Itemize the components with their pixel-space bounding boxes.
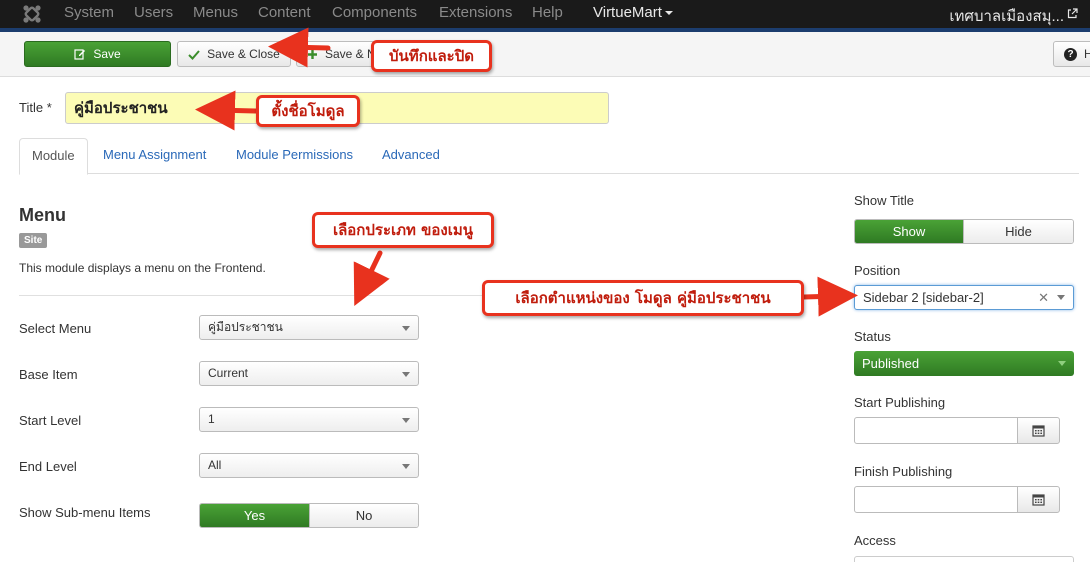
start-publishing-calendar-button[interactable] [1017,417,1060,444]
menu-menus[interactable]: Menus [193,4,238,21]
calendar-icon [1032,425,1045,437]
help-icon: ? [1064,47,1077,61]
annotation-save-close: บันทึกและปิด [371,40,492,72]
show-title-show[interactable]: Show [855,220,963,243]
status-select[interactable]: Published [854,351,1074,376]
menu-help[interactable]: Help [532,4,563,21]
menu-extensions[interactable]: Extensions [439,4,512,21]
start-publishing-label: Start Publishing [854,395,946,410]
dropdown-arrow-icon [1058,361,1066,366]
toolbar: Save Save & Close Save & N ? H [0,32,1090,77]
save-button[interactable]: Save [24,41,171,67]
tab-menu-assignment[interactable]: Menu Assignment [91,138,218,174]
end-level-dropdown[interactable]: All [199,453,419,478]
show-submenu-no[interactable]: No [309,504,418,527]
edit-icon [74,49,86,60]
calendar-icon [1032,494,1045,506]
menu-components[interactable]: Components [332,4,417,21]
menu-system[interactable]: System [64,4,114,21]
start-level-label: Start Level [19,413,82,428]
save-new-label: Save & N [325,47,376,61]
base-item-value: Current [208,366,249,380]
finish-publishing-input[interactable] [854,486,1018,513]
dropdown-arrow-icon [402,464,410,469]
help-button[interactable]: ? H [1053,41,1090,67]
check-icon [188,49,200,60]
dropdown-arrow-icon [402,326,410,331]
access-select[interactable] [854,556,1074,562]
save-close-button[interactable]: Save & Close [177,41,291,67]
save-close-label: Save & Close [207,47,280,61]
base-item-label: Base Item [19,367,78,382]
status-label: Status [854,329,891,344]
menu-users[interactable]: Users [134,4,173,21]
show-title-toggle: Show Hide [854,219,1074,244]
select-menu-label: Select Menu [19,321,92,336]
plus-icon [308,49,317,59]
end-level-value: All [208,458,222,472]
module-heading: Menu [19,205,66,225]
tab-advanced[interactable]: Advanced [370,138,452,174]
position-value: Sidebar 2 [sidebar-2] [863,290,984,305]
start-publishing-input[interactable] [854,417,1018,444]
tab-module-permissions[interactable]: Module Permissions [224,138,365,174]
site-badge: Site [19,233,48,248]
top-navbar: System Users Menus Content Components Ex… [0,0,1090,28]
caret-down-icon [664,11,673,16]
position-label: Position [854,263,901,278]
end-level-label: End Level [19,459,77,474]
status-value: Published [862,356,920,371]
menu-content[interactable]: Content [258,4,311,21]
access-label: Access [854,533,896,548]
start-level-dropdown[interactable]: 1 [199,407,419,432]
clear-icon[interactable]: ✕ [1038,286,1049,309]
site-name-link[interactable]: เทศบาลเมืองสมุ... [949,4,1064,28]
annotation-choose-position: เลือกตำแหน่งของ โมดูล คู่มือประชาชน [482,280,804,316]
show-title-label: Show Title [854,193,914,208]
dropdown-arrow-icon [402,418,410,423]
save-new-button[interactable]: Save & N [296,41,378,67]
save-label: Save [93,47,121,61]
external-link-icon [1067,8,1078,19]
help-label: H [1084,47,1090,61]
module-description: This module displays a menu on the Front… [19,261,266,275]
show-title-hide[interactable]: Hide [963,220,1073,243]
virtuemart-label: VirtueMart [593,4,662,21]
dropdown-arrow-icon [402,372,410,377]
show-submenu-yes[interactable]: Yes [200,504,309,527]
annotation-choose-type: เลือกประเภท ของเมนู [312,212,494,248]
show-submenu-toggle: Yes No [199,503,419,528]
finish-publishing-calendar-button[interactable] [1017,486,1060,513]
joomla-logo-icon[interactable] [22,4,42,24]
title-label: Title * [19,100,52,115]
finish-publishing-label: Finish Publishing [854,464,953,479]
select-menu-dropdown[interactable]: คู่มือประชาชน [199,315,419,340]
dropdown-arrow-icon [1057,295,1065,300]
position-select[interactable]: Sidebar 2 [sidebar-2] ✕ [854,285,1074,310]
tab-module[interactable]: Module [19,138,88,175]
select-menu-value: คู่มือประชาชน [208,320,283,334]
show-submenu-label: Show Sub-menu Items [19,505,151,520]
annotation-set-name: ตั้งชื่อโมดูล [256,95,360,127]
base-item-dropdown[interactable]: Current [199,361,419,386]
module-tabs: Module Menu Assignment Module Permission… [19,138,1079,175]
menu-virtuemart[interactable]: VirtueMart [593,4,673,21]
start-level-value: 1 [208,412,215,426]
